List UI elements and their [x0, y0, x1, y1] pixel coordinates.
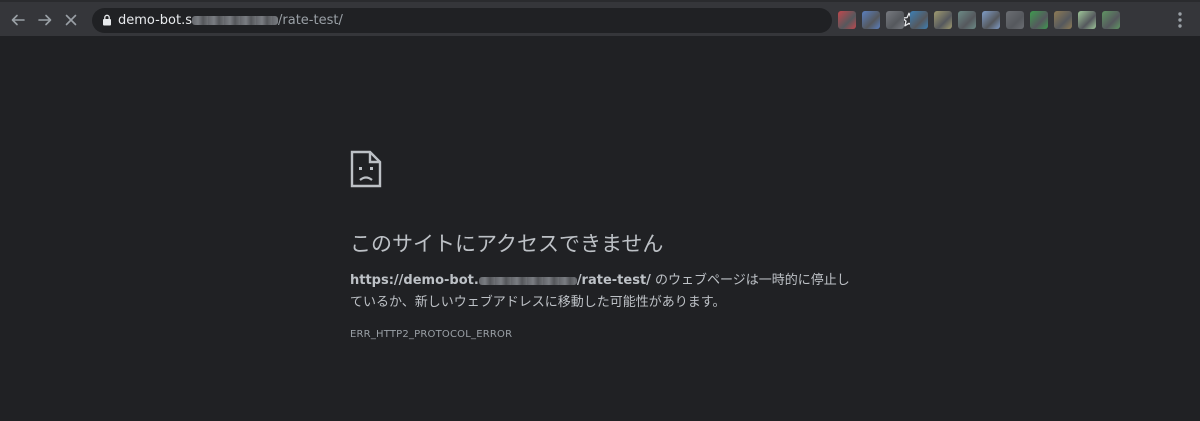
- extension-icon[interactable]: [1102, 11, 1120, 29]
- back-arrow-icon: [11, 14, 25, 26]
- extension-icon[interactable]: [982, 11, 1000, 29]
- extension-icon[interactable]: [958, 11, 976, 29]
- back-button[interactable]: [7, 9, 29, 31]
- error-title: このサイトにアクセスできません: [350, 232, 664, 256]
- more-menu-icon[interactable]: [1172, 10, 1188, 30]
- error-page: このサイトにアクセスできません https://demo-bot. /rate-t…: [350, 150, 860, 340]
- address-text[interactable]: demo-bot.s/rate-test/: [118, 8, 343, 33]
- extension-icon[interactable]: [910, 11, 928, 29]
- extension-icon[interactable]: [838, 11, 856, 29]
- redacted-url-part: [478, 276, 577, 285]
- extension-icon[interactable]: [886, 11, 904, 29]
- forward-arrow-icon: [38, 14, 52, 26]
- extension-icon[interactable]: [1030, 11, 1048, 29]
- extension-icon[interactable]: [1078, 11, 1096, 29]
- browser-toolbar: demo-bot.s/rate-test/: [0, 0, 1200, 36]
- extension-icon[interactable]: [862, 11, 880, 29]
- forward-button[interactable]: [34, 9, 56, 31]
- error-url-end: /rate-test/: [576, 273, 651, 288]
- lock-icon: [103, 14, 111, 26]
- sad-page-icon: [350, 150, 382, 188]
- stop-loading-button[interactable]: [60, 9, 82, 31]
- redacted-domain: [192, 16, 279, 25]
- extension-icon[interactable]: [934, 11, 952, 29]
- url-path: /rate-test/: [278, 13, 343, 28]
- address-bar[interactable]: demo-bot.s/rate-test/: [92, 8, 917, 33]
- url-host: demo-bot.s: [118, 13, 193, 28]
- extension-icon[interactable]: [1006, 11, 1024, 29]
- error-code: ERR_HTTP2_PROTOCOL_ERROR: [350, 329, 513, 340]
- error-url-start: https://demo-bot.: [350, 273, 479, 288]
- stop-loading-icon: [65, 14, 77, 26]
- error-description: https://demo-bot./rate-test/ のウェブページは一時的…: [350, 270, 860, 314]
- extensions-area: [838, 10, 1120, 30]
- extension-icon[interactable]: [1054, 11, 1072, 29]
